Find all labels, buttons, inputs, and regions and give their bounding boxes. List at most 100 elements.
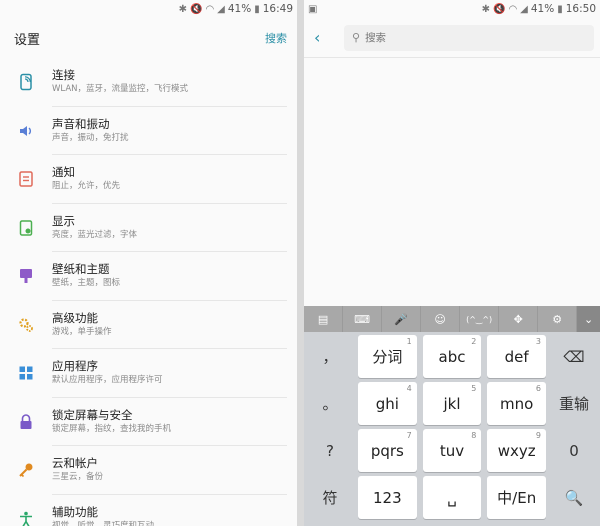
settings-item-lock[interactable]: 锁定屏幕与安全 锁定屏幕，指纹，查找我的手机 <box>0 398 297 446</box>
key-number: 3 <box>535 337 542 346</box>
settings-item-wallpaper[interactable]: 壁纸和主题 壁纸，主题，图标 <box>0 252 297 301</box>
settings-list: 连接 WLAN，蓝牙，流量监控，飞行模式 声音和振动 声音，振动，免打扰 通知 … <box>0 58 297 526</box>
settings-item-accessibility[interactable]: 辅助功能 视觉，听觉，灵巧度和互动 <box>0 495 297 526</box>
advanced-icon <box>0 316 52 334</box>
key-letter[interactable]: def 3 <box>487 335 547 378</box>
key-number: 7 <box>406 431 412 440</box>
key-letter[interactable]: 分词 1 <box>358 335 417 378</box>
kaomoji-icon[interactable]: (^‿^) <box>460 306 500 332</box>
key-label: ghi <box>375 394 399 413</box>
key-side-left[interactable]: 。 <box>308 382 352 425</box>
key-language-switch[interactable]: 中/En <box>487 476 547 519</box>
settings-item-label: 壁纸和主题 <box>52 262 110 277</box>
back-arrow-icon[interactable]: ‹ <box>314 28 336 47</box>
key-123[interactable]: 123 <box>358 476 417 519</box>
settings-item-summary: 锁定屏幕，指纹，查找我的手机 <box>52 423 172 434</box>
settings-item-texts: 显示 亮度，蓝光过滤，字体 <box>52 204 287 252</box>
move-icon[interactable]: ✥ <box>499 306 539 332</box>
mute-icon: 🔇 <box>492 3 506 15</box>
settings-item-label: 高级功能 <box>52 310 98 325</box>
key-letter[interactable]: tuv 8 <box>422 429 482 472</box>
settings-item-texts: 锁定屏幕与安全 锁定屏幕，指纹，查找我的手机 <box>52 398 287 446</box>
keyboard-row: ， 分词 1 abc 2 def 3 ⌫ <box>308 335 597 378</box>
accessibility-icon <box>0 510 52 526</box>
display-icon <box>0 219 52 237</box>
key-letter[interactable]: jkl 5 <box>422 382 482 425</box>
wifi-icon: ◠ <box>508 3 518 15</box>
search-screen: ▣ ✱ 🔇 ◠ ◢ 41% ▮ 16:50 ‹ ⚲ ▤⌨🎤☺(^‿^)✥⚙⌄ ，… <box>304 0 600 526</box>
key-letter[interactable]: abc 2 <box>422 335 482 378</box>
key-label: ? <box>326 441 334 460</box>
emoji-icon[interactable]: ☺ <box>421 306 461 332</box>
settings-item-summary: 默认应用程序，应用程序许可 <box>52 375 163 386</box>
key-label: tuv <box>439 441 465 460</box>
battery-icon: ▮ <box>557 3 563 15</box>
search-icon: ⚲ <box>352 31 361 44</box>
collapse-icon[interactable]: ⌄ <box>577 306 600 332</box>
apps-icon <box>0 364 52 382</box>
backspace-key[interactable]: ⌫ <box>552 335 597 378</box>
settings-item-advanced[interactable]: 高级功能 游戏，单手操作 <box>0 301 297 349</box>
settings-item-texts: 通知 阻止，允许，优先 <box>52 155 287 204</box>
key-number: 9 <box>535 431 542 440</box>
key-number: 4 <box>406 384 412 393</box>
keyboard-row: 。 ghi 4 jkl 5 mno 6 重输 <box>308 382 597 425</box>
settings-item-speaker[interactable]: 声音和振动 声音，振动，免打扰 <box>0 107 297 155</box>
mute-icon: 🔇 <box>189 3 203 15</box>
key-label: 🔍 <box>564 488 584 507</box>
search-bar: ‹ ⚲ <box>304 18 600 58</box>
settings-item-texts: 云和帐户 三星云，备份 <box>52 446 287 495</box>
status-bar: ▣ ✱ 🔇 ◠ ◢ 41% ▮ 16:50 <box>304 0 600 18</box>
settings-item-label: 辅助功能 <box>52 505 98 520</box>
search-input[interactable] <box>365 31 586 44</box>
keyboard: ， 分词 1 abc 2 def 3 ⌫ 。 ghi 4 jkl 5 mno 6 重输? pqrs 7 tuv 8 wx… <box>304 332 600 526</box>
settings-item-texts: 高级功能 游戏，单手操作 <box>52 301 287 349</box>
settings-item-key[interactable]: 云和帐户 三星云，备份 <box>0 446 297 495</box>
key-letter[interactable]: pqrs 7 <box>358 429 417 472</box>
settings-item-summary: 亮度，蓝光过滤，字体 <box>52 229 138 240</box>
search-box[interactable]: ⚲ <box>344 24 594 51</box>
signal-icon: ◢ <box>217 3 225 15</box>
key-number: 6 <box>535 384 542 393</box>
settings-item-texts: 应用程序 默认应用程序，应用程序许可 <box>52 349 287 398</box>
settings-icon[interactable]: ⚙ <box>538 306 578 332</box>
settings-item-texts: 辅助功能 视觉，听觉，灵巧度和互动 <box>52 495 287 526</box>
key-side-left[interactable]: 符 <box>308 476 352 519</box>
key-zero[interactable]: 0 <box>552 429 597 472</box>
key-label: ， <box>322 348 338 366</box>
bluetooth-icon: ✱ <box>178 3 187 15</box>
key-label: ⌫ <box>563 347 585 366</box>
settings-header: 设置 搜索 <box>0 18 297 58</box>
key-side-left[interactable]: ? <box>308 429 352 472</box>
settings-item-connection[interactable]: 连接 WLAN，蓝牙，流量监控，飞行模式 <box>0 58 297 107</box>
key-label: jkl <box>443 394 461 413</box>
clipboard-icon[interactable]: ▤ <box>304 306 344 332</box>
microphone-icon[interactable]: 🎤 <box>382 306 422 332</box>
key-label: 重输 <box>559 395 590 413</box>
search-button[interactable]: 搜索 <box>265 30 287 46</box>
reset-key[interactable]: 重输 <box>552 382 597 425</box>
key-icon <box>0 461 52 479</box>
key-label: 分词 <box>372 348 403 366</box>
settings-item-label: 锁定屏幕与安全 <box>52 407 133 422</box>
settings-item-apps[interactable]: 应用程序 默认应用程序，应用程序许可 <box>0 349 297 398</box>
key-space[interactable]: ␣ <box>422 476 482 519</box>
settings-item-summary: 三星云，备份 <box>52 472 104 483</box>
key-letter[interactable]: mno 6 <box>487 382 547 425</box>
settings-item-texts: 连接 WLAN，蓝牙，流量监控，飞行模式 <box>52 58 287 107</box>
settings-item-display[interactable]: 显示 亮度，蓝光过滤，字体 <box>0 204 297 252</box>
battery-percent: 41% <box>227 3 252 15</box>
connection-icon <box>0 73 52 91</box>
keyboard-icon[interactable]: ⌨ <box>343 306 383 332</box>
battery-icon: ▮ <box>254 3 260 15</box>
settings-item-label: 云和帐户 <box>52 456 98 471</box>
settings-item-summary: 游戏，单手操作 <box>52 326 112 337</box>
key-letter[interactable]: wxyz 9 <box>487 429 547 472</box>
settings-item-notification[interactable]: 通知 阻止，允许，优先 <box>0 155 297 204</box>
key-letter[interactable]: ghi 4 <box>358 382 417 425</box>
wallpaper-icon <box>0 267 52 285</box>
key-label: def <box>504 347 529 366</box>
key-number: 2 <box>471 337 477 346</box>
key-side-left[interactable]: ， <box>308 335 352 378</box>
search-key[interactable]: 🔍 <box>552 476 597 519</box>
